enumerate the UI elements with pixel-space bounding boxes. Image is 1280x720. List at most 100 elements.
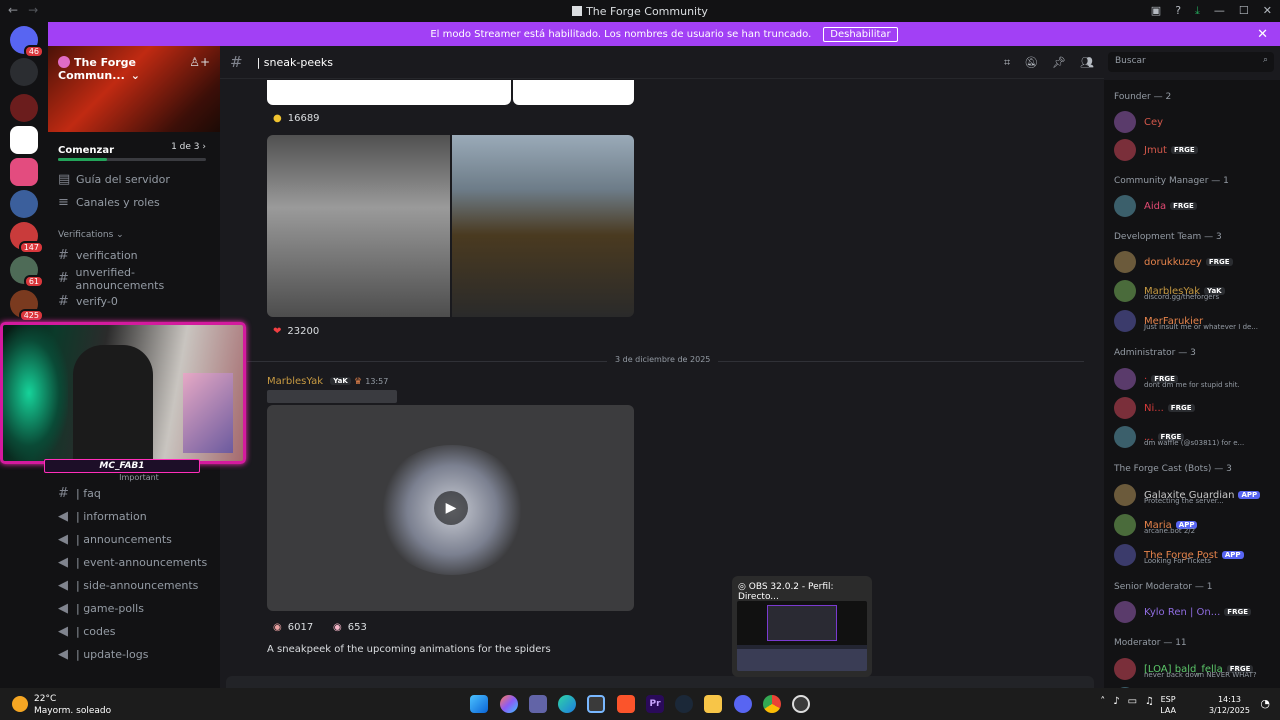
channel-item[interactable]: ◀ | side-announcements (48, 574, 220, 597)
member-row[interactable]: MarblesYak YaK discord.gg/theforgers (1104, 276, 1280, 306)
server-header[interactable]: The Forge Commun... ⌄ ♙+ (48, 46, 220, 132)
the-forge-server-icon[interactable] (10, 126, 38, 154)
sidebar-item-channels-roles[interactable]: ≡ Canales y roles (48, 191, 220, 214)
server-icon[interactable]: 61 (10, 256, 44, 288)
direct-messages-icon[interactable]: 46 (10, 26, 44, 58)
member-row[interactable]: dorukkuzey FRGE (1104, 248, 1280, 276)
teams-icon[interactable] (529, 695, 547, 713)
channel-item[interactable]: ◀ | codes (48, 620, 220, 643)
maximize-icon[interactable]: ☐ (1239, 4, 1249, 18)
dm-badge: 46 (23, 45, 44, 58)
member-row[interactable]: Ni... FRGE (1104, 394, 1280, 422)
channel-item[interactable]: ◀ | announcements (48, 528, 220, 551)
member-row[interactable]: Jmut FRGE (1104, 136, 1280, 164)
chevron-up-icon[interactable]: ˄ (1100, 696, 1113, 707)
edge-icon[interactable] (558, 695, 576, 713)
file-explorer-icon[interactable] (704, 695, 722, 713)
premiere-icon[interactable]: Pr (646, 695, 664, 713)
sidebar-item-guide[interactable]: ▤ Guía del servidor (48, 168, 220, 191)
language-indicator[interactable]: ESP LAA (1160, 694, 1176, 716)
network-icon[interactable]: ▭ (1128, 696, 1145, 707)
chrome-icon[interactable] (763, 695, 781, 713)
server-icon[interactable] (10, 94, 38, 122)
image-render-gray[interactable] (267, 135, 450, 317)
minimize-icon[interactable]: — (1214, 4, 1225, 18)
server-icon[interactable]: 425 (10, 290, 44, 322)
category-verifications[interactable]: Verifications ⌄ (48, 222, 220, 244)
server-icon[interactable] (10, 158, 38, 186)
member-row[interactable]: ... FRGE dm waffle (@s03811) for e... (1104, 422, 1280, 452)
member-row[interactable]: · FRGE dont dm me for stupid shit. (1104, 364, 1280, 394)
inbox-icon[interactable]: ▣ (1151, 4, 1161, 18)
member-row[interactable]: Kylo Ren | On... FRGE (1104, 598, 1280, 626)
channel-item[interactable]: # verification (48, 244, 220, 267)
channel-item[interactable]: # | faq (48, 482, 220, 505)
video-player[interactable]: ▶ (267, 405, 634, 611)
chat-icon[interactable] (10, 58, 38, 86)
copilot-icon[interactable] (500, 695, 518, 713)
message-header: MarblesYak YaK ♛ 13:57 (267, 376, 388, 387)
weather-icon[interactable] (12, 696, 28, 712)
channel-item[interactable]: ◀ | information (48, 505, 220, 528)
disable-streamer-button[interactable]: Deshabilitar (823, 26, 898, 42)
message-timestamp: 13:57 (365, 377, 389, 386)
reaction-button[interactable]: ● 16689 (267, 108, 326, 128)
server-icon[interactable] (10, 190, 38, 218)
member-row[interactable]: [LOA] bald_fella FRGE never back down NEVE… (1104, 654, 1280, 684)
onboarding-progress[interactable]: Comenzar 1 de 3 › (48, 132, 220, 164)
add-user-icon[interactable]: ♙+ (189, 55, 210, 69)
image-render-color[interactable] (452, 135, 634, 317)
download-icon[interactable]: ⤓ (1195, 4, 1200, 18)
member-row[interactable]: Cey (1104, 108, 1280, 136)
channel-item[interactable]: # verify-0 (48, 290, 220, 313)
chair-shape (73, 345, 153, 461)
channel-item[interactable]: ◀ | game-polls (48, 597, 220, 620)
close-icon[interactable]: ✕ (1257, 27, 1268, 42)
message-input[interactable] (226, 676, 1094, 688)
image-sketch-2[interactable] (513, 80, 634, 105)
member-row[interactable]: The Forge Post APP Looking For Tickets (1104, 540, 1280, 570)
reaction-button[interactable]: ◉ 653 (327, 617, 373, 637)
obs-preview[interactable]: ◎ OBS 32.0.2 - Perfil: Directo... (732, 576, 872, 677)
members-icon[interactable]: 👥︎ (1080, 56, 1094, 70)
pin-icon[interactable]: 📌︎ (1052, 56, 1066, 70)
clock[interactable]: 14:13 3/12/2025 (1209, 694, 1250, 716)
member-row[interactable]: Maria APP arcane.bot 2/2 (1104, 510, 1280, 540)
mic-icon[interactable]: ♪ (1113, 696, 1127, 707)
hidden-text-bar (267, 390, 397, 403)
reaction-button[interactable]: ◉ 6017 (267, 617, 319, 637)
channel-item[interactable]: # unverified-announcements (48, 266, 220, 292)
tray-icons[interactable]: ˄♪▭♫ (1100, 696, 1162, 707)
member-row[interactable]: Aida FRGE (1104, 192, 1280, 220)
brave-icon[interactable] (617, 695, 635, 713)
play-icon[interactable]: ▶ (434, 491, 468, 525)
channel-label: verification (76, 249, 138, 262)
search-input[interactable]: Buscar ⌕ (1108, 52, 1274, 72)
image-sketch-1[interactable] (267, 80, 511, 105)
member-row[interactable]: Galaxite Guardian APP Protecting the serve… (1104, 480, 1280, 510)
channel-item[interactable]: ◀ | update-logs (48, 643, 220, 666)
close-window-icon[interactable]: ✕ (1263, 4, 1272, 18)
steam-icon[interactable] (675, 695, 693, 713)
reaction-button[interactable]: ❤ 23200 (267, 321, 325, 341)
threads-icon[interactable]: ⌗ (1004, 56, 1010, 70)
store-icon[interactable] (587, 695, 605, 713)
channel-item[interactable]: ◀ | event-announcements (48, 551, 220, 574)
reaction-count: 653 (347, 621, 367, 633)
member-row[interactable]: MerFarukier Just insult me or whatever I … (1104, 306, 1280, 336)
channel-label: | faq (76, 487, 101, 500)
member-name: dorukkuzey (1144, 256, 1202, 268)
start-icon[interactable] (470, 695, 488, 713)
mute-bell-icon[interactable]: 🔕︎ (1024, 56, 1038, 70)
server-icon[interactable]: 147 (10, 222, 44, 254)
hash-icon: # (58, 271, 69, 286)
discord-icon[interactable] (734, 695, 752, 713)
message-author[interactable]: MarblesYak (267, 376, 323, 387)
weather-widget[interactable]: 22°C Mayorm. soleado (34, 693, 111, 717)
notification-icon[interactable]: ◔ (1260, 697, 1270, 710)
help-icon[interactable]: ? (1175, 4, 1181, 18)
obs-taskbar-icon[interactable] (792, 695, 810, 713)
search-placeholder: Buscar (1115, 56, 1146, 66)
obs-scene (767, 605, 837, 641)
guild-tag: FRGE (1170, 146, 1198, 154)
